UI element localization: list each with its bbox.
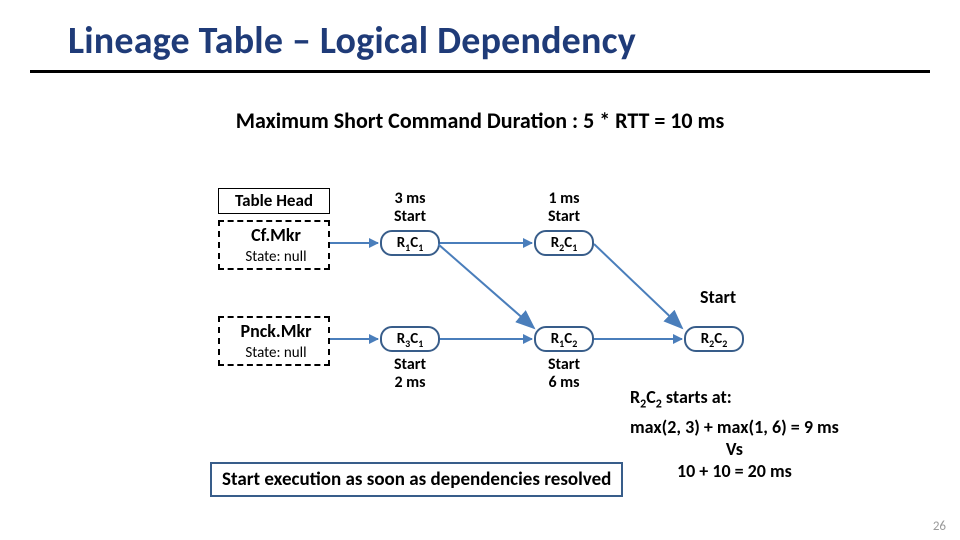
calc-line3: Vs (630, 438, 839, 460)
slide-title: Lineage Table – Logical Dependency (30, 0, 930, 73)
node-r2c2: R2C2 (684, 326, 744, 352)
calc-block: R2C2 starts at: max(2, 3) + max(1, 6) = … (630, 386, 839, 482)
arrow-pn-r3c1 (330, 338, 378, 340)
ann-r2c1-top: 1 msStart (534, 190, 594, 226)
arrow-r1c1-r1c2 (438, 240, 548, 340)
node-r3c1: R3C1 (380, 326, 440, 352)
ann-r3c1-bot: Start2 ms (380, 356, 440, 392)
label-start-right: Start (700, 286, 736, 308)
source-pnckmkr: Pnck.Mkr State: null (218, 316, 330, 366)
arrow-cf-r1c1 (330, 242, 378, 244)
source-cfmkr: Cf.Mkr State: null (218, 220, 330, 270)
footnote-box: Start execution as soon as dependencies … (210, 462, 623, 497)
arrow-r2c1-r2c2 (594, 240, 694, 340)
subtitle: Maximum Short Command Duration : 5 * RTT… (0, 107, 960, 134)
ann-r1c1-top: 3 msStart (380, 190, 440, 226)
source-cfmkr-state: State: null (220, 248, 332, 266)
page-number: 26 (933, 519, 946, 534)
arrow-r1c2-r2c2 (594, 338, 682, 340)
source-pnckmkr-state: State: null (220, 344, 332, 362)
calc-line4: 10 + 10 = 20 ms (630, 460, 839, 482)
diagram: Table Head Cf.Mkr State: null Pnck.Mkr S… (0, 170, 960, 520)
table-head-box: Table Head (218, 188, 330, 214)
node-r1c1: R1C1 (380, 230, 440, 256)
calc-line2: max(2, 3) + max(1, 6) = 9 ms (630, 416, 839, 438)
ann-r1c2-bot: Start6 ms (534, 356, 594, 392)
calc-line1: R2C2 starts at: (630, 386, 839, 416)
source-pnckmkr-label: Pnck.Mkr (220, 320, 332, 342)
source-cfmkr-label: Cf.Mkr (220, 224, 332, 246)
